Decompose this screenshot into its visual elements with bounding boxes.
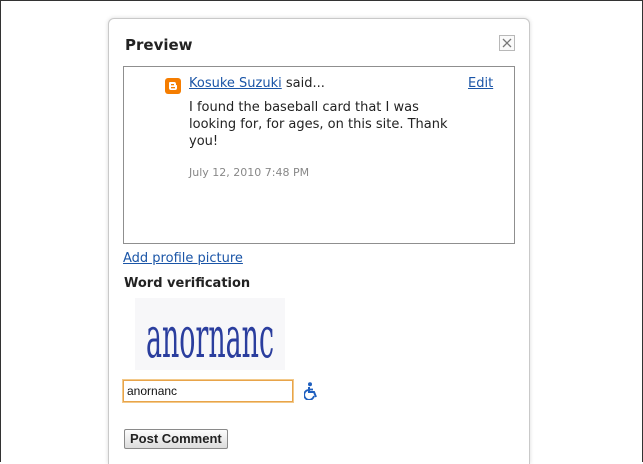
blogger-icon	[165, 78, 181, 94]
word-verification-input[interactable]	[123, 380, 293, 402]
author-link[interactable]: Kosuke Suzuki	[189, 76, 282, 91]
comment-timestamp: July 12, 2010 7:48 PM	[189, 166, 310, 179]
captcha-image: anornanc	[135, 298, 285, 370]
captcha-word: anornanc	[146, 304, 274, 370]
comment-preview-box: Kosuke Suzuki said... Edit I found the b…	[123, 66, 515, 244]
preview-dialog: Preview Kosuke Suzuki said... Edit I fou…	[108, 18, 530, 464]
close-icon	[502, 38, 512, 48]
comment-body: I found the baseball card that I was loo…	[189, 100, 448, 149]
post-comment-button[interactable]: Post Comment	[124, 429, 228, 449]
comment-author-line: Kosuke Suzuki said...	[189, 76, 325, 91]
add-profile-picture-link[interactable]: Add profile picture	[123, 251, 243, 266]
close-button[interactable]	[499, 35, 515, 51]
word-verification-label: Word verification	[124, 276, 251, 291]
dialog-title: Preview	[125, 36, 193, 54]
said-text: said...	[281, 76, 325, 91]
wheelchair-icon[interactable]	[304, 382, 320, 400]
edit-link[interactable]: Edit	[468, 76, 493, 91]
